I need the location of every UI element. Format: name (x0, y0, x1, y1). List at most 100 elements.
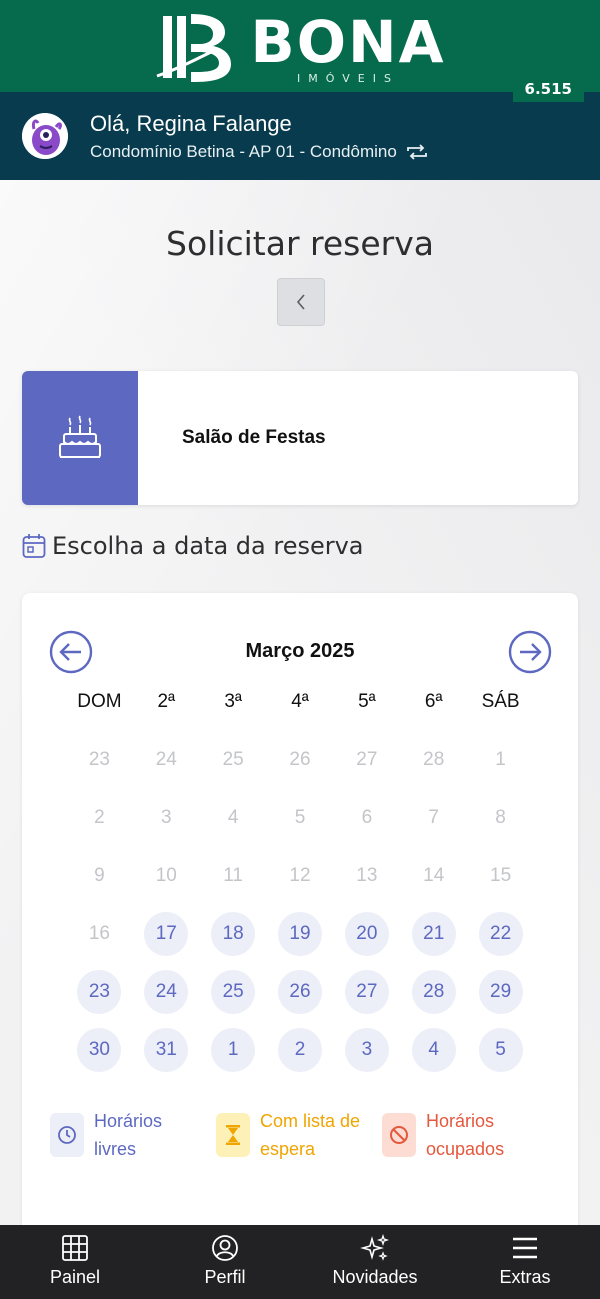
calendar-day[interactable]: 29 (467, 963, 534, 1021)
calendar-day: 2 (66, 789, 133, 847)
unit-selector[interactable]: Condomínio Betina - AP 01 - Condômino (90, 142, 429, 162)
calendar-day: 7 (400, 789, 467, 847)
calendar-day: 11 (200, 847, 267, 905)
legend-free-line2: livres (94, 1139, 137, 1159)
calendar-day-number: 4 (411, 1028, 456, 1072)
calendar-day-number: 26 (289, 749, 311, 770)
calendar-day[interactable]: 5 (467, 1021, 534, 1079)
calendar-day-number: 24 (144, 970, 189, 1014)
nav-extras[interactable]: Extras (450, 1225, 600, 1299)
calendar-day-number: 23 (88, 749, 110, 770)
chevron-left-icon (296, 294, 305, 310)
sparkles-icon (360, 1233, 390, 1261)
calendar-day-number: 21 (411, 912, 456, 956)
clock-icon (58, 1126, 76, 1144)
calendar-day-number: 3 (160, 807, 172, 828)
calendar-day: 26 (267, 731, 334, 789)
date-section-label: Escolha a data da reserva (52, 532, 364, 560)
calendar-day[interactable]: 24 (133, 963, 200, 1021)
calendar-day-number: 20 (344, 912, 389, 956)
nav-painel[interactable]: Painel (0, 1225, 150, 1299)
nav-painel-label: Painel (49, 1267, 101, 1287)
calendar-day: 14 (400, 847, 467, 905)
legend-busy-line1: Horários (426, 1111, 495, 1131)
calendar-day[interactable]: 21 (400, 905, 467, 963)
legend-waitlist-icon-box (216, 1113, 250, 1157)
next-month-button[interactable] (508, 630, 552, 674)
calendar-day-number: 13 (356, 865, 378, 886)
birthday-cake-icon (59, 415, 101, 458)
weekday-mon: 2ª (157, 691, 176, 712)
weekday-header: DOM 2ª 3ª 4ª 5ª 6ª SÁB (66, 691, 534, 713)
calendar-day[interactable]: 31 (133, 1021, 200, 1079)
legend-waitlist: Com lista de espera (216, 1111, 382, 1163)
calendar-day[interactable]: 27 (333, 963, 400, 1021)
calendar-day-number: 17 (144, 912, 189, 956)
calendar-day[interactable]: 18 (200, 905, 267, 963)
calendar-day: 13 (333, 847, 400, 905)
page-title: Solicitar reserva (166, 224, 434, 263)
calendar-day[interactable]: 22 (467, 905, 534, 963)
legend-busy: Horários ocupados (382, 1111, 548, 1163)
calendar-day-number: 2 (94, 807, 105, 828)
day-grid: 23 24 25 26 27 28 1 2 3 4 5 6 7 8 9 10 11 12 13 14 15 16 17 18 1… (66, 731, 534, 1079)
calendar-day-number: 10 (155, 865, 177, 886)
calendar-day-number: 11 (223, 865, 243, 886)
nav-perfil[interactable]: Perfil (150, 1225, 300, 1299)
points-badge[interactable]: 6.515 (512, 76, 584, 102)
calendar-day-number: 25 (222, 749, 244, 770)
nav-novidades[interactable]: Novidades (300, 1225, 450, 1299)
calendar-day[interactable]: 19 (267, 905, 334, 963)
brand-header: BONA IMÓVEIS (0, 0, 600, 92)
calendar-day[interactable]: 4 (400, 1021, 467, 1079)
calendar-day-number: 14 (423, 865, 445, 886)
calendar-day[interactable]: 23 (66, 963, 133, 1021)
user-greeting: Olá, Regina Falange (90, 111, 292, 136)
calendar-day-number: 6 (361, 807, 373, 828)
legend-waitlist-label: Com lista de espera (260, 1107, 360, 1163)
calendar-day[interactable]: 30 (66, 1021, 133, 1079)
weekday-sun: DOM (77, 691, 122, 712)
calendar-day[interactable]: 1 (200, 1021, 267, 1079)
calendar-day[interactable]: 17 (133, 905, 200, 963)
back-button[interactable] (277, 278, 325, 326)
bona-logo-mark-icon (156, 14, 231, 82)
calendar-day-number: 27 (344, 970, 389, 1014)
legend-busy-label: Horários ocupados (426, 1107, 504, 1163)
legend-free-line1: Horários (94, 1111, 163, 1131)
calendar-day-number: 28 (411, 970, 456, 1014)
weekday-tue: 3ª (224, 691, 242, 712)
calendar-icon (22, 534, 46, 558)
calendar-day: 6 (333, 789, 400, 847)
unit-label: Condomínio Betina - AP 01 - Condômino (90, 142, 397, 161)
calendar-day: 24 (133, 731, 200, 789)
legend-waitlist-line1: Com lista de (260, 1111, 361, 1131)
nav-novidades-label: Novidades (332, 1267, 418, 1287)
space-icon-box (22, 371, 138, 505)
calendar-day-number: 24 (155, 749, 177, 770)
legend-free-label: Horários livres (94, 1107, 162, 1163)
calendar-day[interactable]: 25 (200, 963, 267, 1021)
calendar-day[interactable]: 2 (267, 1021, 334, 1079)
swap-icon[interactable] (405, 142, 429, 162)
main-content: Solicitar reserva Salão de Festas Escolh… (0, 180, 600, 1233)
calendar-day: 23 (66, 731, 133, 789)
calendar-day: 15 (467, 847, 534, 905)
brand-subtitle: IMÓVEIS (297, 72, 399, 85)
space-name: Salão de Festas (182, 427, 326, 448)
calendar-day[interactable]: 28 (400, 963, 467, 1021)
calendar-day-number: 23 (77, 970, 122, 1014)
calendar-day-number: 1 (211, 1028, 256, 1072)
monster-avatar-icon (22, 113, 68, 159)
legend-busy-line2: ocupados (426, 1139, 505, 1159)
avatar[interactable] (22, 113, 68, 159)
calendar-day-number: 8 (495, 807, 506, 828)
calendar-day-number: 7 (428, 807, 439, 828)
calendar-day: 16 (66, 905, 133, 963)
calendar-day[interactable]: 3 (333, 1021, 400, 1079)
calendar-day-number: 28 (423, 749, 445, 770)
calendar-day: 1 (467, 731, 534, 789)
calendar-day[interactable]: 26 (267, 963, 334, 1021)
calendar-day[interactable]: 20 (333, 905, 400, 963)
space-card[interactable]: Salão de Festas (22, 371, 578, 505)
